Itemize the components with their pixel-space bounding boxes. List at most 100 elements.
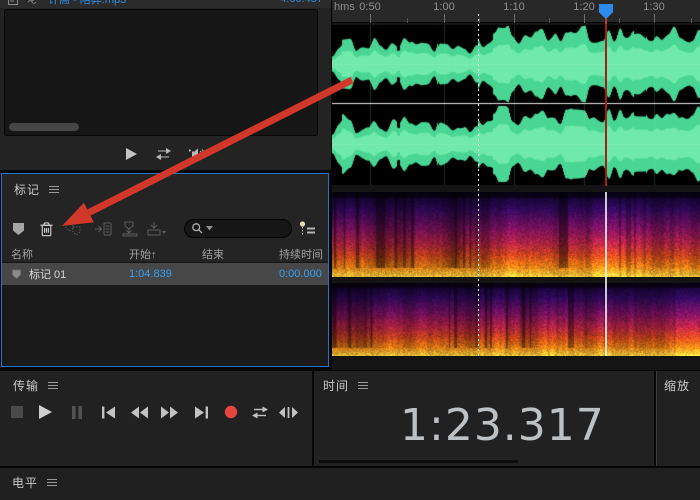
waveform-icon <box>27 0 37 4</box>
ruler-tick <box>619 18 620 23</box>
marker-name: 标记 01 <box>29 269 67 281</box>
skip-end-icon <box>194 406 208 418</box>
playhead-line-spectrogram <box>605 192 607 356</box>
speaker-icon <box>189 148 205 160</box>
rewind-button[interactable] <box>126 402 152 422</box>
ruler-tick <box>407 18 408 23</box>
marker-duration: 0:00.000 <box>279 268 322 280</box>
play-button[interactable] <box>32 402 58 422</box>
search-input[interactable] <box>215 221 285 236</box>
fast-forward-icon <box>160 406 178 418</box>
panel-menu-icon[interactable] <box>358 382 369 389</box>
file-row[interactable]: 许嵩 - 陪葬.mp3 4:00.437 <box>0 0 331 8</box>
marker-list-toggle-button[interactable] <box>297 218 319 240</box>
marker-search-box[interactable] <box>184 219 292 238</box>
play-icon <box>126 148 137 160</box>
markers-table: 名称 开始↑ 结束 持续时间 标记 01 1:04.839 0:00.000 <box>2 245 328 366</box>
loop-playback-button[interactable] <box>247 402 273 422</box>
record-button[interactable] <box>218 402 244 422</box>
ruler-tick-label: 1:00 <box>433 1 455 13</box>
merge-markers-button[interactable] <box>62 218 84 240</box>
skip-start-icon <box>101 406 115 418</box>
go-to-start-button[interactable] <box>95 402 121 422</box>
ruler-unit-label: hms <box>334 1 355 13</box>
ruler-tick <box>654 14 655 23</box>
ruler-tick-label: 1:20 <box>573 1 595 13</box>
ruler-tick <box>370 14 371 23</box>
rewind-icon <box>130 406 148 418</box>
audition-window: 许嵩 - 陪葬.mp3 4:00.437 标记 <box>0 0 700 500</box>
stop-icon <box>11 406 23 418</box>
time-display[interactable]: 1:23.317 <box>400 404 605 448</box>
time-underline <box>319 460 518 463</box>
ruler-tick-label: 1:30 <box>643 1 665 13</box>
levels-panel-title: 电平 <box>12 476 39 490</box>
column-end[interactable]: 结束 <box>202 246 279 262</box>
marker-row-icon <box>11 268 22 279</box>
file-duration: 4:00.437 <box>280 0 323 5</box>
timeline-ruler[interactable]: hms 0:50 1:00 1:10 1:20 1:30 <box>332 0 700 23</box>
file-name: 许嵩 - 陪葬.mp3 <box>48 0 127 6</box>
shuttle-button[interactable] <box>275 402 301 422</box>
shuttle-icon <box>278 406 298 418</box>
marker-guide-line <box>478 14 479 356</box>
ruler-tick-label: 1:10 <box>503 1 525 13</box>
file-type-icon <box>8 0 18 5</box>
column-name[interactable]: 名称 <box>2 246 129 262</box>
file-list-well[interactable] <box>4 9 318 136</box>
marker-start: 1:04.839 <box>129 268 172 280</box>
export-marker-audio-button[interactable] <box>119 218 141 240</box>
sort-asc-icon: ↑ <box>151 248 157 261</box>
table-header-row: 名称 开始↑ 结束 持续时间 <box>2 245 328 263</box>
preview-loop-button[interactable] <box>154 147 173 161</box>
loop-icon <box>252 406 268 418</box>
search-icon <box>192 223 203 234</box>
marker-row[interactable]: 标记 01 1:04.839 0:00.000 <box>2 263 328 285</box>
ruler-tick <box>549 18 550 23</box>
playhead-line-waveform <box>605 19 607 186</box>
loop-icon <box>156 148 171 160</box>
insert-playlist-icon <box>95 222 112 236</box>
table-body: 标记 01 1:04.839 0:00.000 <box>2 263 328 366</box>
batch-process-button[interactable] <box>145 218 167 240</box>
panel-menu-icon[interactable] <box>47 479 58 486</box>
files-panel: 许嵩 - 陪葬.mp3 4:00.437 <box>0 0 331 170</box>
markers-panel: 标记 名称 开始↑ 结束 持续时间 标记 01 1:04.839 0:00.00… <box>1 173 329 367</box>
column-start[interactable]: 开始↑ <box>129 246 202 262</box>
spectrogram-canvas-bottom[interactable] <box>332 283 700 356</box>
zoom-panel-title: 缩放 <box>664 379 691 393</box>
time-panel: 时间 1:23.317 <box>314 371 654 466</box>
transport-panel: 传输 <box>0 371 312 466</box>
marker-list-icon <box>299 221 315 235</box>
column-duration[interactable]: 持续时间 <box>279 246 328 262</box>
chevron-down-icon <box>206 226 213 231</box>
ruler-tick <box>514 14 515 23</box>
ruler-tick <box>479 18 480 23</box>
go-to-end-button[interactable] <box>188 402 214 422</box>
delete-marker-button[interactable] <box>35 218 57 240</box>
insert-into-playlist-button[interactable] <box>92 218 114 240</box>
fast-forward-button[interactable] <box>156 402 182 422</box>
markers-toolbar <box>2 215 328 245</box>
pause-icon <box>72 405 82 419</box>
panel-menu-icon[interactable] <box>48 382 59 389</box>
pause-button[interactable] <box>64 402 90 422</box>
preview-play-button[interactable] <box>125 147 138 161</box>
stop-button[interactable] <box>4 402 30 422</box>
export-audio-icon <box>122 221 138 237</box>
files-preview-transport <box>0 139 331 169</box>
ruler-tick <box>584 14 585 23</box>
panel-menu-icon[interactable] <box>49 186 60 193</box>
waveform-canvas[interactable] <box>332 25 700 185</box>
ruler-tick <box>444 14 445 23</box>
markers-panel-title: 标记 <box>14 183 41 197</box>
play-icon <box>38 405 52 419</box>
marker-flag-icon <box>12 223 24 235</box>
time-panel-title: 时间 <box>323 379 350 393</box>
spectrogram-canvas-top[interactable] <box>332 192 700 277</box>
preview-autoplay-button[interactable] <box>189 147 206 161</box>
ruler-tick <box>691 18 692 23</box>
horizontal-scrollbar[interactable] <box>9 123 79 131</box>
add-marker-button[interactable] <box>7 218 29 240</box>
record-icon <box>224 405 238 419</box>
